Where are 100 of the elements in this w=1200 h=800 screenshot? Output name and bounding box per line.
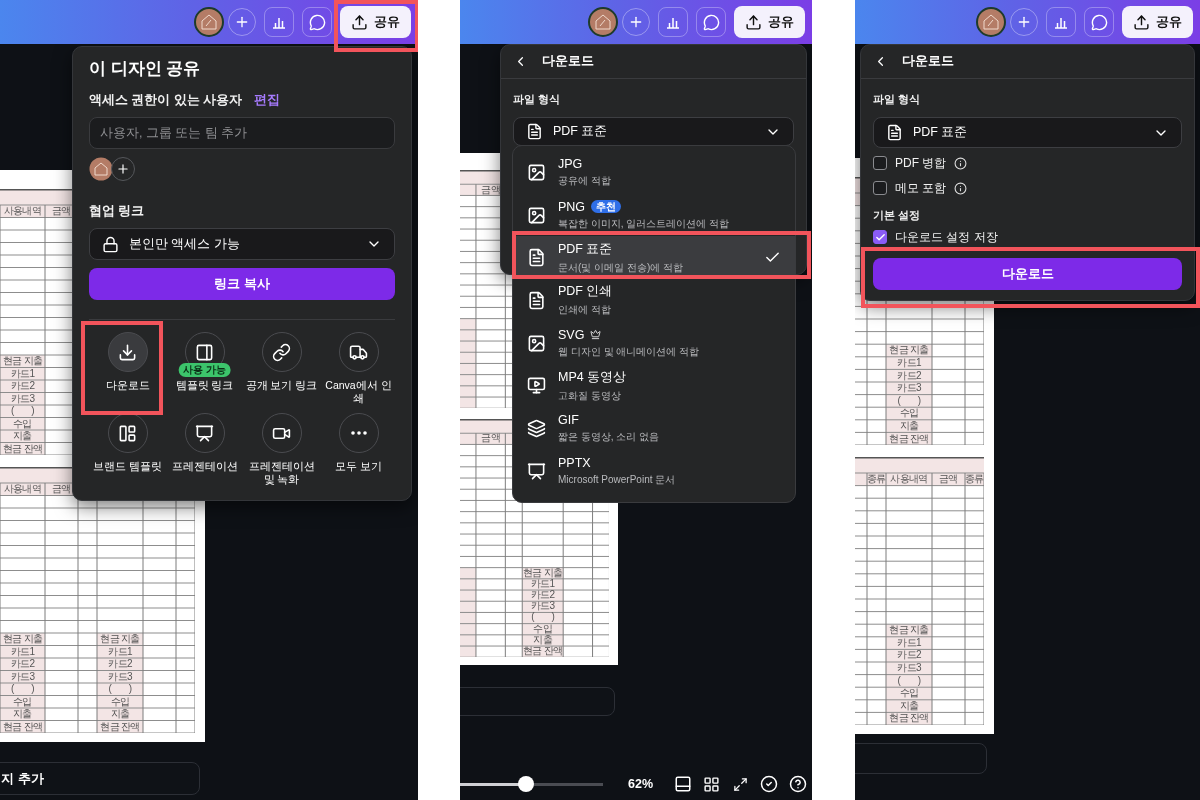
comment-button[interactable] [302, 7, 332, 37]
image-icon [527, 205, 546, 225]
table-cell-text: 카드3 [896, 381, 922, 395]
table-cell-text: 현금 잔액 [888, 712, 930, 725]
plus-icon [116, 162, 130, 176]
share-icon [351, 13, 368, 31]
comment-button[interactable] [1084, 7, 1114, 37]
plus-icon [1016, 14, 1032, 30]
format-select[interactable]: PDF 표준 [513, 117, 794, 146]
table-cell-text: 금액 [480, 432, 502, 444]
share-option[interactable]: 공개 보기 링크 [243, 332, 320, 405]
insights-button[interactable] [264, 7, 294, 37]
table-cell-text: 현금 잔액 [1, 720, 44, 733]
table-cell-text: ( ) [10, 683, 35, 696]
presentation-icon [195, 423, 214, 443]
table-cell-text: 현금 지출 [1, 355, 44, 368]
plus-icon [628, 14, 644, 30]
more-icon [350, 431, 367, 435]
share-button[interactable]: 공유 [734, 6, 805, 38]
table-cell-text: 카드1 [107, 645, 133, 658]
checkbox-label: PDF 병합 [895, 154, 947, 172]
table-cell-text: 카드2 [9, 658, 36, 671]
share-option[interactable]: 프레젠테이션 및 녹화 [243, 413, 320, 486]
format-name: PPTX [558, 455, 591, 470]
people-field[interactable]: 사용자, 그룹 또는 팀 추가 [89, 117, 395, 149]
table-cell: 종류 [867, 472, 886, 486]
format-name: PDF 인쇄 [558, 283, 613, 301]
table-cell-text: 지출 [898, 419, 920, 433]
table-cell-text: ( ) [896, 394, 922, 408]
copy-link-button[interactable]: 링크 복사 [89, 268, 395, 300]
table-cell-text: 카드3 [107, 670, 133, 683]
edit-link[interactable]: 편집 [254, 92, 281, 109]
format-description: 문서(및 이메일 전송)에 적합 [558, 260, 684, 275]
recommended-badge: 추천 [591, 200, 622, 214]
table-cell-text: 카드2 [107, 658, 133, 671]
table-cell-text: 수입 [109, 695, 131, 708]
table-cell-text: 카드3 [9, 670, 36, 683]
panel-title: 다운로드 [902, 53, 954, 70]
comment-button[interactable] [696, 7, 726, 37]
comment-icon [702, 13, 720, 31]
share-option[interactable]: 다운로드 [89, 332, 166, 405]
table-cell-text: 수입 [898, 686, 920, 700]
table-cell-text: 금액 [480, 184, 502, 196]
table-cell-text: 지출 [532, 634, 554, 646]
share-option[interactable]: Canva에서 인쇄 [320, 332, 397, 405]
insights-button[interactable] [658, 7, 688, 37]
table-cell-text: ( ) [10, 405, 35, 418]
avatar [89, 157, 113, 181]
share-icon [745, 13, 762, 31]
grid-icon [703, 775, 721, 793]
zoom-slider[interactable] [460, 776, 603, 792]
avatar [976, 7, 1006, 37]
table-cell-text: 카드2 [529, 589, 556, 601]
check-circle-icon [760, 775, 779, 793]
checkbox[interactable] [873, 181, 887, 195]
document-icon [527, 290, 546, 310]
avatar [588, 7, 618, 37]
section-label: 파일 형식 [513, 93, 561, 107]
table-cell-text: 수입 [898, 407, 920, 420]
table-cell: 종류 [965, 472, 984, 486]
format-option[interactable]: PNG 추천 복잡한 이미지, 일러스트레이션에 적합 [513, 193, 795, 237]
format-name: PDF 표준 [558, 240, 613, 258]
add-person-button[interactable] [111, 157, 135, 181]
format-option[interactable]: GIF 짧은 동영상, 소리 없음 [513, 407, 795, 450]
table-cell-text: 카드2 [9, 380, 36, 393]
table-cell-text: 카드1 [9, 645, 36, 658]
table-cell-text: 현금 잔액 [1, 442, 44, 455]
panel-icon [195, 342, 214, 362]
format-description: 공유에 적합 [558, 173, 612, 188]
format-option[interactable]: PDF 인쇄 인쇄에 적합 [513, 279, 795, 322]
table-cell-text: ( ) [107, 683, 133, 696]
section-label: 협업 링크 [89, 203, 145, 220]
share-option[interactable]: 사용 가능 템플릿 링크 [166, 332, 243, 405]
expand-icon [733, 776, 748, 792]
lock-icon [102, 235, 119, 253]
checkbox[interactable] [873, 230, 887, 244]
table-cell-text: 현금 지출 [99, 633, 141, 646]
add-page-bar[interactable]: 지 추가 [0, 762, 200, 795]
access-select[interactable]: 본인만 액세스 가능 [89, 228, 395, 260]
share-option[interactable]: 모두 보기 [320, 413, 397, 486]
download-button[interactable]: 다운로드 [873, 258, 1182, 290]
slider-thumb[interactable] [518, 776, 535, 792]
table-cell-text: 카드1 [896, 636, 922, 650]
checkbox[interactable] [873, 156, 887, 170]
table-cell-text: 카드3 [9, 392, 36, 405]
format-option[interactable]: SVG 웹 디자인 및 애니메이션에 적합 [513, 321, 795, 365]
share-option[interactable]: 프레젠테이션 [166, 413, 243, 486]
table-cell-text: 카드2 [896, 369, 922, 382]
image-icon [527, 333, 546, 353]
format-option[interactable]: MP4 동영상 고화질 동영상 [513, 364, 795, 408]
format-select[interactable]: PDF 표준 [873, 117, 1182, 148]
section-label: 기본 설정 [873, 209, 920, 223]
format-option[interactable]: PPTX Microsoft PowerPoint 문서 [513, 449, 795, 493]
share-button[interactable]: 공유 [1122, 6, 1193, 38]
share-button[interactable]: 공유 [340, 6, 411, 38]
share-option[interactable]: 브랜드 템플릿 [89, 413, 166, 486]
insights-button[interactable] [1046, 7, 1076, 37]
checkbox-label: 다운로드 설정 저장 [895, 228, 998, 246]
table-cell-text: 카드2 [896, 649, 922, 662]
format-option[interactable]: JPG 공유에 적합 [513, 151, 795, 194]
